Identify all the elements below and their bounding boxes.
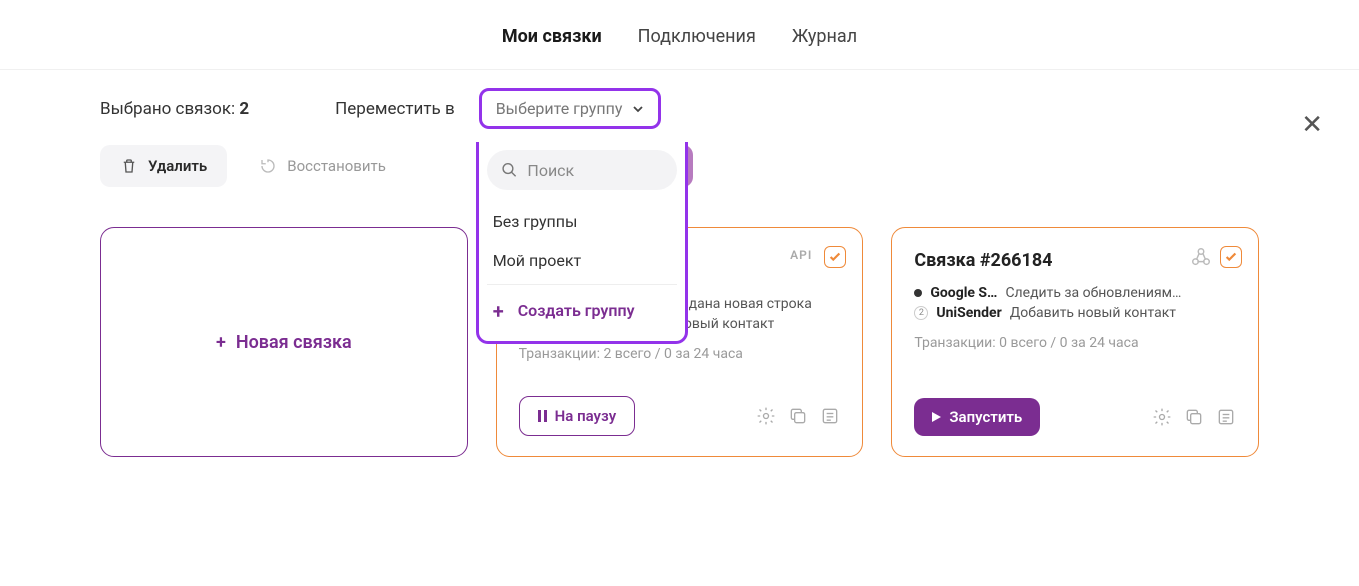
list-icon[interactable] bbox=[820, 406, 840, 426]
new-link-label: Новая связка bbox=[236, 332, 352, 353]
restore-button[interactable]: Восстановить bbox=[239, 145, 406, 187]
search-icon bbox=[501, 160, 518, 180]
tab-connections[interactable]: Подключения bbox=[638, 26, 756, 47]
gear-icon[interactable] bbox=[1152, 407, 1172, 427]
pause-button[interactable]: На паузу bbox=[519, 396, 635, 436]
tab-my-links[interactable]: Мои связки bbox=[502, 26, 602, 47]
delete-button[interactable]: Удалить bbox=[100, 145, 227, 187]
group-dropdown: Без группы Мой проект + Создать группу bbox=[476, 142, 688, 344]
card-checkbox[interactable] bbox=[1220, 246, 1242, 268]
pause-icon bbox=[538, 410, 547, 422]
group-select-trigger[interactable]: Выберите группу bbox=[479, 88, 662, 129]
link-card-2: Связка #266184 Google S… Следить за обнов… bbox=[891, 227, 1259, 457]
plus-icon: + bbox=[216, 332, 226, 353]
plus-icon: + bbox=[493, 299, 504, 323]
group-select-placeholder: Выберите группу bbox=[496, 99, 623, 118]
api-badge: API bbox=[790, 248, 812, 262]
tab-journal[interactable]: Журнал bbox=[792, 26, 857, 47]
card1-step1-desc: дана новая строка bbox=[689, 296, 812, 312]
step-dot-icon bbox=[914, 289, 922, 297]
tabs-nav: Мои связки Подключения Журнал bbox=[0, 0, 1359, 70]
copy-icon[interactable] bbox=[788, 406, 808, 426]
run-button[interactable]: Запустить bbox=[914, 398, 1040, 436]
card2-step2-name: UniSender bbox=[936, 305, 1001, 321]
card2-transactions: Транзакции: 0 всего / 0 за 24 часа bbox=[914, 335, 1236, 351]
list-icon[interactable] bbox=[1216, 407, 1236, 427]
card2-step1-desc: Следить за обновлениям… bbox=[1005, 285, 1181, 301]
dropdown-separator bbox=[487, 284, 677, 285]
card2-title: Связка #266184 bbox=[914, 250, 1236, 271]
group-option-none[interactable]: Без группы bbox=[487, 202, 677, 241]
move-to-label: Переместить в bbox=[335, 99, 455, 119]
card1-transactions: Транзакции: 2 всего / 0 за 24 часа bbox=[519, 346, 841, 362]
play-icon bbox=[932, 412, 941, 422]
card-checkbox[interactable] bbox=[824, 246, 846, 268]
card2-step2-desc: Добавить новый контакт bbox=[1010, 305, 1176, 321]
gear-icon[interactable] bbox=[756, 406, 776, 426]
selected-count-label: Выбрано связок: 2 bbox=[100, 99, 249, 119]
card2-step1-name: Google S… bbox=[930, 285, 997, 301]
webhook-icon bbox=[1190, 246, 1212, 268]
trash-icon bbox=[120, 157, 138, 175]
group-search-input[interactable] bbox=[527, 161, 662, 180]
step-badge: 2 bbox=[914, 306, 928, 320]
create-group-button[interactable]: + Создать группу bbox=[487, 289, 677, 333]
restore-icon bbox=[259, 157, 277, 175]
copy-icon[interactable] bbox=[1184, 407, 1204, 427]
group-option-myproject[interactable]: Мой проект bbox=[487, 241, 677, 280]
close-icon[interactable]: ✕ bbox=[1301, 110, 1323, 140]
group-search[interactable] bbox=[487, 150, 677, 190]
new-link-card[interactable]: + Новая связка bbox=[100, 227, 468, 457]
chevron-down-icon bbox=[632, 103, 644, 115]
